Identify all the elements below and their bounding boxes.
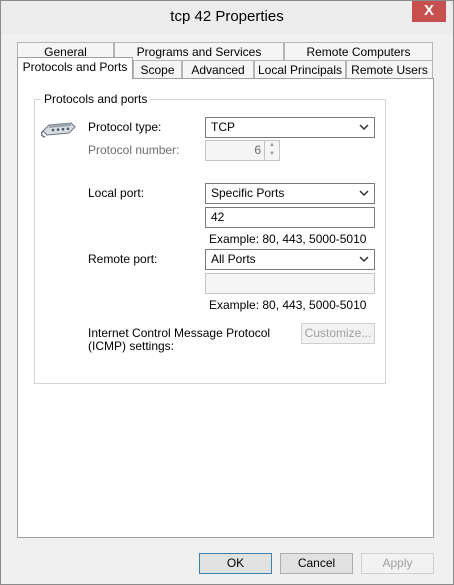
protocol-number-label: Protocol number: bbox=[88, 143, 180, 157]
chevron-down-icon bbox=[359, 124, 369, 131]
title-bar[interactable]: tcp 42 Properties X bbox=[1, 1, 453, 34]
tab-programs-and-services[interactable]: Programs and Services bbox=[114, 42, 284, 61]
tab-remote-computers[interactable]: Remote Computers bbox=[284, 42, 433, 61]
tab-advanced[interactable]: Advanced bbox=[182, 60, 254, 79]
properties-dialog: tcp 42 Properties X General Programs and… bbox=[0, 0, 454, 585]
local-port-example: Example: 80, 443, 5000-5010 bbox=[209, 232, 367, 246]
group-title: Protocols and ports bbox=[41, 92, 151, 106]
window-title: tcp 42 Properties bbox=[170, 8, 284, 25]
close-button[interactable]: X bbox=[412, 1, 446, 22]
remote-port-label: Remote port: bbox=[88, 252, 158, 266]
chevron-down-icon bbox=[359, 256, 369, 263]
local-port-label: Local port: bbox=[88, 186, 145, 200]
icmp-label-line1: Internet Control Message Protocol bbox=[88, 326, 271, 340]
cancel-button[interactable]: Cancel bbox=[280, 553, 353, 574]
local-port-select[interactable]: Specific Ports bbox=[205, 183, 375, 204]
protocol-number-spinner[interactable]: 6 ▲ ▼ bbox=[205, 140, 280, 161]
ok-button[interactable]: OK bbox=[199, 553, 272, 574]
spin-up-icon[interactable]: ▲ bbox=[265, 141, 279, 150]
spin-down-icon[interactable]: ▼ bbox=[265, 150, 279, 159]
close-icon: X bbox=[423, 2, 434, 19]
local-port-input-value: 42 bbox=[211, 210, 225, 224]
icmp-label-line2: (ICMP) settings: bbox=[88, 339, 175, 353]
remote-port-example: Example: 80, 443, 5000-5010 bbox=[209, 298, 367, 312]
tab-panel-protocols-and-ports: Protocols and ports Protocol type: TCP P… bbox=[17, 78, 434, 538]
local-port-input[interactable]: 42 bbox=[205, 207, 375, 228]
local-port-value: Specific Ports bbox=[211, 186, 285, 200]
protocol-type-select[interactable]: TCP bbox=[205, 117, 375, 138]
tab-protocols-and-ports[interactable]: Protocols and Ports bbox=[17, 57, 133, 79]
network-cable-icon bbox=[41, 122, 76, 138]
protocol-type-value: TCP bbox=[211, 120, 235, 134]
spinner-buttons[interactable]: ▲ ▼ bbox=[264, 141, 279, 160]
protocols-and-ports-group: Protocols and ports Protocol type: TCP P… bbox=[34, 92, 386, 384]
protocol-type-label: Protocol type: bbox=[88, 120, 162, 134]
customize-button[interactable]: Customize... bbox=[301, 323, 375, 344]
tab-scope[interactable]: Scope bbox=[133, 60, 182, 79]
remote-port-input[interactable] bbox=[205, 273, 375, 294]
chevron-down-icon bbox=[359, 190, 369, 197]
remote-port-value: All Ports bbox=[211, 252, 256, 266]
remote-port-select[interactable]: All Ports bbox=[205, 249, 375, 270]
tab-local-principals[interactable]: Local Principals bbox=[254, 60, 346, 79]
apply-button[interactable]: Apply bbox=[361, 553, 434, 574]
tab-remote-users[interactable]: Remote Users bbox=[346, 60, 433, 79]
protocol-number-value: 6 bbox=[254, 143, 261, 157]
